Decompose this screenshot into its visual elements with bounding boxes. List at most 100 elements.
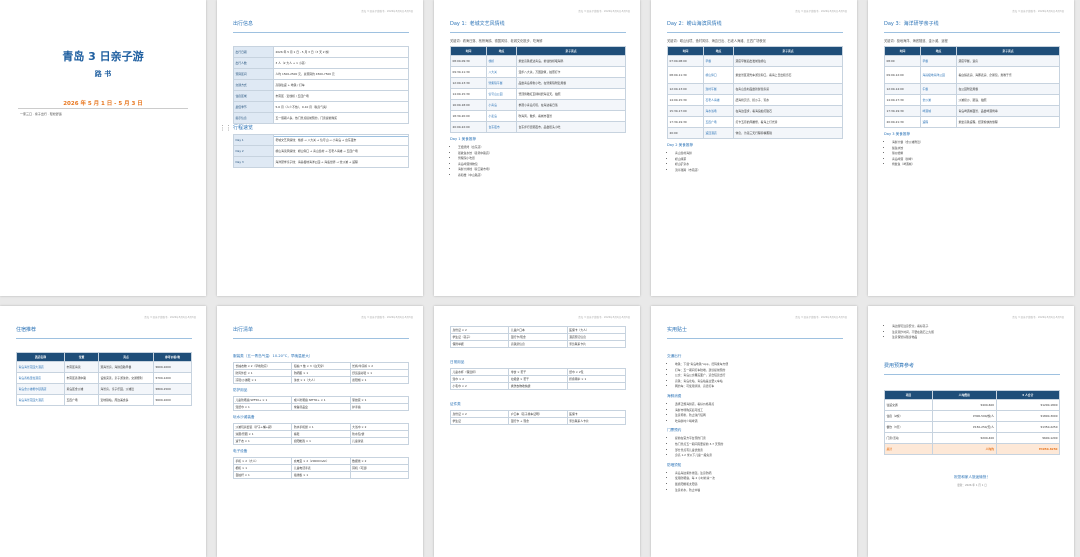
hotel-table: 酒店名称 位置 亮点 参考价格/晚 青岛海景花园大酒店 市南区海滨 观海景房，海鲜自助早餐… — [16, 352, 192, 406]
table-cell: 漫步八大关，万国建筑，拍照打卡 — [516, 66, 626, 78]
table-cell: 儿童防晒霜 SPF50+ × 1 — [232, 396, 293, 404]
list-item: 烤鱿鱼（啤酒城） — [892, 162, 1060, 168]
table-cell: 青岛海景花园大酒店 — [16, 394, 65, 406]
page-day3: 青岛 3 日亲子游路书 · 2026年5月1日-5月3日 Day 3：海洋研学亲… — [868, 0, 1074, 296]
table-cell: 品尝青岛特色小吃，在劈柴院附近用餐 — [516, 77, 626, 89]
table-cell: 医保卡（大人） — [566, 326, 627, 334]
table-cell: 往返交通 — [884, 399, 933, 411]
table-cell: 插线板 × 1 — [291, 471, 351, 479]
tips-list: 青岛海边紫外线强，注意防晒使用防晒霜，每 2 小时补涂一次戴遮阳帽和太阳镜注意补… — [667, 471, 843, 493]
table-cell: 儿童户口本 — [508, 326, 568, 334]
route-day: Day 1 — [233, 134, 274, 146]
table-cell: 市南区香港中路 — [64, 372, 99, 384]
table-cell: ¥600-1200 — [995, 432, 1060, 444]
table-cell: 吃海鲜时少喝啤酒 — [675, 419, 843, 425]
table-cell: ¥1200-1800 — [995, 399, 1060, 411]
table-cell: 信号山公园 — [486, 88, 517, 100]
subheading: 电子设备 — [233, 449, 248, 453]
table-cell: 20:00-22:00 — [450, 121, 487, 133]
table-cell: 栈桥 — [486, 55, 517, 67]
page-day1: 青岛 3 日亲子游路书 · 2026年5月1日-5月3日 Day 1：老城文艺风… — [434, 0, 640, 296]
checklist-table: 身份证 × 2 户口本（孩子乘车证明） 医保卡 学生证 银行卡 + 现金 紧急联系人卡片 — [449, 410, 627, 425]
table-cell: ¥600-1000 — [153, 361, 192, 373]
section-heading: 行程速览 — [233, 125, 254, 131]
table-cell: 银行卡/现金 — [508, 333, 568, 341]
running-header: 青岛 3 日亲子游路书 · 2026年5月1日-5月3日 — [578, 10, 630, 13]
table-cell: 注意补水，防止中暑 — [675, 488, 843, 494]
keywords: 关键词：极地海洋、海底隧道、金沙滩、返程 — [884, 39, 948, 43]
budget-table: 项目 人均费用 3 人合计 往返交通 ¥400-600 ¥1200-1800 住宿（2晚… — [884, 390, 1060, 455]
table-cell: 成人防晒霜 SPF30+ × 1 — [291, 396, 351, 404]
keywords: 关键词：看海日落、栈桥海鸥、德国风情、老城文化散步、吃海鲜 — [450, 39, 543, 43]
table-cell: 登顶俯瞰红瓦绿树碧海蓝天，拍照 — [516, 88, 626, 100]
running-header: 青岛 3 日亲子游路书 · 2026年5月1日-5月3日 — [795, 316, 847, 319]
table-cell: 舒适运动鞋 × 1 — [349, 369, 410, 377]
running-header: 青岛 3 日亲子游路书 · 2026年5月1日-5月3日 — [361, 316, 413, 319]
tips-list: 提前在官方平台预约门票热门景点五一期间需要提前 3-7 天预约部分景点有儿童优惠… — [667, 436, 843, 458]
table-cell: 青岛啤酒城夜景、品尝啤酒烤串 — [956, 105, 1060, 117]
info-value: 人均 1500-2500 元，总预算约 4500-7500 元 — [273, 68, 409, 80]
table-cell: 乘坐高铁返程，结束愉快的旅程 — [956, 116, 1060, 128]
table-cell: 凉鞋/沙滩鞋 × 1 — [232, 376, 293, 384]
table-cell: 门票/活动 — [884, 432, 933, 444]
divider — [884, 32, 1060, 33]
table-cell: 海水浴场 — [703, 105, 734, 117]
table-cell: 儿童电话手表 — [291, 464, 351, 472]
table-cell: 20:00 — [667, 127, 704, 139]
table-cell: 小毛巾 × 2 — [449, 382, 510, 390]
table-cell: 耳机（可选） — [349, 464, 410, 472]
table-cell: ¥700-1200 — [153, 372, 192, 384]
table-cell: 吹海风，散步，看城市夜景 — [516, 110, 626, 122]
closing-note: 更新：2026 年 1 月 1 日 — [957, 484, 987, 487]
table-cell: 在青山渔村品尝新鲜渔家菜 — [733, 83, 843, 95]
table-cell: ¥4950-8250 — [995, 443, 1060, 455]
table-cell: 08:00-09:30 — [450, 55, 487, 67]
table-cell: 青岛海景花园大酒店 — [16, 361, 65, 373]
food-list: 海鲜大餐（金沙滩附近） 鲅鱼水饺 辣炒蛤蜊 青岛啤酒（鲜啤） 烤鱿鱼（啤酒城） — [884, 140, 1060, 168]
table-cell: 3 人合计 — [995, 390, 1060, 400]
table-cell: 地点 — [486, 46, 517, 56]
table-cell: 高铁票信息 — [508, 340, 568, 348]
table-cell: 湿巾 × 2 — [449, 375, 510, 383]
divider — [884, 374, 1060, 375]
table-cell: 常备药品盒 — [291, 403, 351, 411]
table-cell: 防晒服 × 1 — [291, 369, 351, 377]
table-cell: 注意保管好随身物品 — [892, 335, 1060, 341]
list-item: 春和楼（中山路店） — [458, 173, 626, 179]
table-cell: 零食 × 若干 — [508, 368, 568, 376]
page-trip-info: 青岛 3 日亲子游路书 · 2026年5月1日-5月3日 出行信息 出行日期 20… — [217, 0, 423, 296]
subheading: Day 2 美食推荐 — [667, 143, 694, 147]
subheading: Day 1 美食推荐 — [450, 137, 477, 141]
table-cell: 赶海捡贝壳、挖沙子、玩水 — [733, 94, 843, 106]
subheading: 防护用品 — [233, 388, 248, 392]
table-cell: 换洗衣物收纳袋 — [508, 382, 568, 390]
table-cell: 17:30-19:30 — [884, 105, 921, 117]
table-cell: 乘坐景区观光车游览仰口，看海上日出和奇石 — [733, 66, 843, 84]
table-cell: 亲子亮点 — [956, 46, 1060, 56]
drag-handle-icon[interactable]: ⋮⋮ — [219, 124, 232, 132]
table-cell: 观海景房，海鲜自助早餐 — [98, 361, 154, 373]
table-cell: 乘坐高铁抵达青岛，前往栈桥喂海鸥 — [516, 55, 626, 67]
divider — [450, 32, 626, 33]
cover-title: 青岛 3 日亲子游 — [62, 50, 144, 63]
page-packing: 青岛 3 日亲子游路书 · 2026年5月1日-5月3日 出行清单 服装类（五一… — [217, 306, 423, 557]
tips-list: 选择正规海鲜店，看好价格再点海鲜市场购买后可加工注意称重，防止缺斤短两吃海鲜时少… — [667, 402, 843, 424]
info-value: 五一假期人多，热门景点提前预约，门票提前购买 — [273, 112, 409, 124]
table-cell: 折叠雨伞 × 1 — [566, 375, 627, 383]
table-cell: 09:00-12:00 — [884, 66, 921, 84]
table-cell: 14:00-15:30 — [667, 94, 704, 106]
day2-schedule-table: 时间 地点 亲子亮点 07:00-08:00 早餐 酒店早餐后出发前往崂山 08:00-… — [667, 46, 843, 139]
table-cell: 短袖 T 恤 × 3（白天穿） — [291, 362, 351, 370]
table-cell: 早餐 — [703, 55, 734, 67]
section-heading: Day 1：老城文艺风情线 — [450, 21, 505, 27]
table-cell: 时间 — [667, 46, 704, 56]
divider — [667, 32, 843, 33]
table-cell: 身份证 × 2 — [449, 410, 510, 418]
table-cell: 酒店名称 — [16, 352, 65, 362]
table-cell: 12:00-13:30 — [450, 77, 487, 89]
table-cell: 小青岛 — [486, 99, 517, 111]
table-cell: ¥1800-3000 — [995, 410, 1060, 422]
route-desc: 老城文艺风情线：栈桥 → 八大关 → 信号山 → 小青岛 → 台东夜市 — [273, 134, 409, 146]
table-cell: 早餐 — [920, 55, 957, 67]
running-header: 青岛 3 日亲子游路书 · 2026年5月1日-5月3日 — [144, 316, 196, 319]
